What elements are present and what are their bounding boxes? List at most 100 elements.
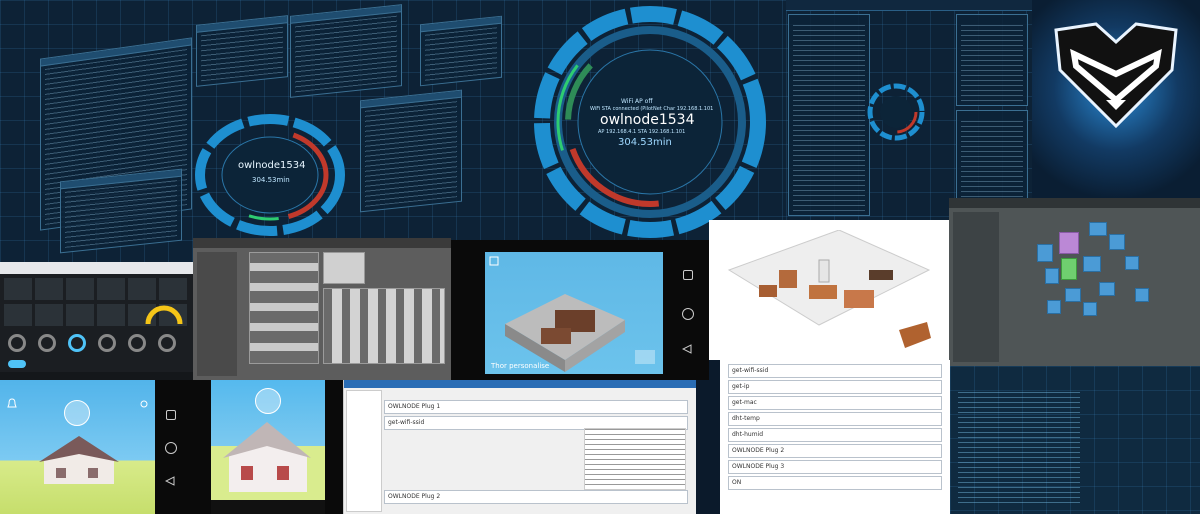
node-ring-small[interactable]	[195, 110, 345, 240]
uptime: 304.53min	[252, 176, 290, 184]
row-label: get-wifi-ssid	[732, 367, 769, 374]
graph-node[interactable]	[1047, 300, 1061, 314]
weather-icon[interactable]	[255, 388, 281, 414]
app-caption: Thor personalise	[491, 362, 550, 370]
home-button-icon[interactable]	[165, 442, 177, 454]
uptime: 304.53min	[618, 137, 672, 148]
office-3d-model	[727, 230, 931, 348]
app-screen	[211, 380, 325, 500]
settings-row[interactable]: dht-humid	[728, 428, 942, 442]
window-titlebar	[786, 0, 1032, 11]
row-label: OWLNODE Plug 2	[388, 493, 441, 500]
graph-node[interactable]	[1059, 232, 1079, 254]
home-icon[interactable]	[489, 256, 499, 266]
info-panel	[60, 168, 182, 254]
status-strip	[0, 372, 193, 380]
tree-view[interactable]	[346, 390, 382, 512]
node-name: owlnode1534	[238, 160, 306, 171]
owl-logo-icon	[1054, 22, 1178, 129]
home-button-icon[interactable]	[682, 308, 694, 320]
app-screen: Thor personalise	[485, 252, 663, 374]
log-panel[interactable]	[788, 14, 870, 216]
back-icon[interactable]	[682, 344, 692, 354]
toggle-icon[interactable]	[8, 360, 26, 368]
settings-row[interactable]: ON	[728, 476, 942, 490]
floor-room	[323, 288, 445, 364]
sun-icon[interactable]	[138, 398, 150, 410]
gauges-dashboard	[0, 262, 193, 380]
row-label: get-mac	[732, 399, 757, 406]
floor-room	[249, 252, 319, 364]
browser-toolbar	[0, 262, 193, 274]
log-view[interactable]	[584, 428, 686, 490]
gauge-icon	[8, 334, 26, 352]
graph-node[interactable]	[1099, 282, 1115, 296]
log-lines	[958, 392, 1080, 504]
graph-node[interactable]	[1083, 256, 1101, 272]
recent-apps-icon[interactable]	[683, 270, 693, 280]
recent-apps-icon[interactable]	[166, 410, 176, 420]
settings-row[interactable]: OWLNODE Plug 1	[384, 400, 688, 414]
info-panel	[290, 4, 402, 98]
row-label: get-ip	[732, 383, 750, 390]
graph-node[interactable]	[1089, 222, 1107, 236]
graph-node[interactable]	[1061, 258, 1077, 280]
settings-row[interactable]: OWLNODE Plug 2	[384, 490, 688, 504]
gauge-icon	[98, 334, 116, 352]
graph-node[interactable]	[1083, 302, 1097, 316]
settings-row[interactable]: OWLNODE Plug 3	[728, 460, 942, 474]
chart-row	[4, 278, 189, 300]
settings-row[interactable]: dht-temp	[728, 412, 942, 426]
gauge-icon	[145, 305, 183, 325]
bell-icon[interactable]	[6, 398, 18, 410]
action-button[interactable]	[635, 350, 655, 364]
back-icon[interactable]	[165, 476, 175, 486]
gauge-icon	[128, 334, 146, 352]
room-3d-model	[505, 294, 625, 372]
row-label: OWLNODE Plug 1	[388, 403, 441, 410]
settings-row[interactable]: get-ip	[728, 380, 942, 394]
settings-row[interactable]: get-wifi-ssid	[728, 364, 942, 378]
office-3d-view	[709, 220, 949, 360]
editor-sidebar[interactable]	[953, 212, 999, 362]
node-ring-mini[interactable]	[866, 82, 926, 142]
graph-node[interactable]	[1065, 288, 1081, 302]
row-label: OWLNODE Plug 3	[732, 463, 785, 470]
floorplan-editor	[193, 238, 451, 380]
info-panel	[196, 15, 288, 87]
graph-node[interactable]	[1045, 268, 1059, 284]
console-log[interactable]	[950, 366, 1200, 514]
status-label: ON	[732, 479, 742, 486]
nav-bar[interactable]	[211, 500, 325, 514]
floor-room	[323, 252, 365, 284]
settings-row[interactable]: OWLNODE Plug 2	[728, 444, 942, 458]
house-3d-model	[39, 436, 119, 484]
row-label: dht-temp	[732, 415, 760, 422]
gauge-icon	[38, 334, 56, 352]
graph-node[interactable]	[1109, 234, 1125, 250]
phone-house-portrait	[193, 380, 343, 514]
gauge-icon	[158, 334, 176, 352]
node-name: owlnode1534	[600, 112, 695, 128]
row-label: OWLNODE Plug 2	[732, 447, 785, 454]
info-panel	[956, 110, 1028, 212]
ip-address: AP 192.168.4.1 STA 192.168.1.101	[598, 129, 686, 135]
logo-area	[1032, 0, 1200, 198]
wifi-status: WiFi AP off	[621, 98, 653, 105]
window-titlebar	[344, 380, 696, 388]
settings-row[interactable]: get-mac	[728, 396, 942, 410]
house-3d-model	[223, 422, 311, 492]
graph-node[interactable]	[1135, 288, 1149, 302]
weather-icon[interactable]	[64, 400, 90, 426]
node-graph-editor	[949, 198, 1200, 366]
info-panel	[956, 14, 1028, 106]
editor-sidebar[interactable]	[197, 252, 237, 376]
editor-toolbar	[949, 198, 1200, 208]
settings-list: get-wifi-ssid get-ip get-mac dht-temp dh…	[720, 360, 950, 514]
phone-3d-view: Thor personalise	[451, 240, 709, 380]
hud-dashboard-perspective: owlnode1534 304.53min	[0, 0, 518, 262]
editor-toolbar	[193, 238, 451, 248]
graph-node[interactable]	[1125, 256, 1139, 270]
phone-house-app	[0, 380, 193, 514]
graph-node[interactable]	[1037, 244, 1053, 262]
